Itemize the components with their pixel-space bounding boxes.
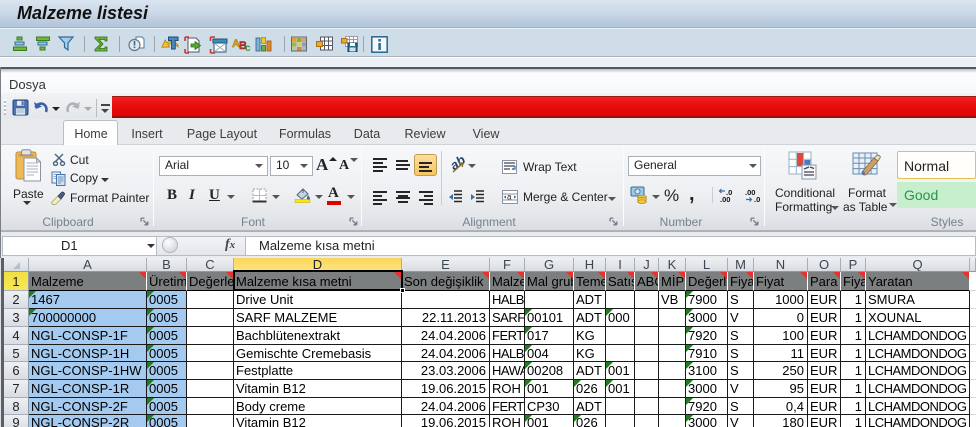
svg-text:a: a (507, 193, 512, 202)
svg-text:c: c (245, 43, 251, 53)
svg-text:.00: .00 (720, 195, 730, 203)
svg-text:.0: .0 (754, 195, 760, 203)
